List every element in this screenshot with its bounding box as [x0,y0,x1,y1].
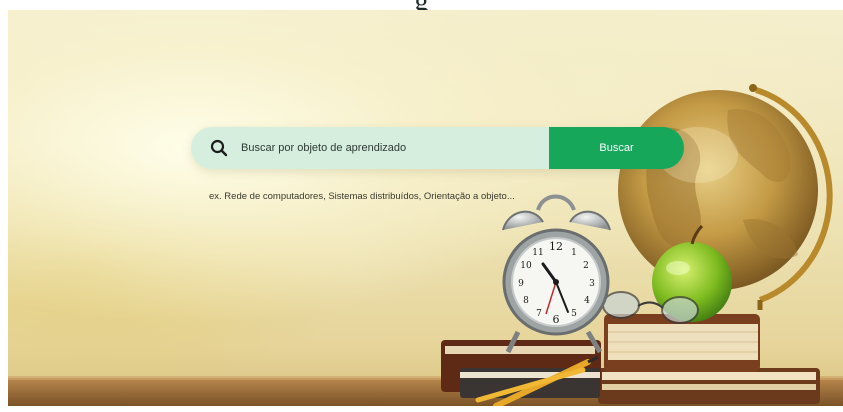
search-examples-hint: ex. Rede de computadores, Sistemas distr… [209,191,515,202]
clock-numeral-4: 4 [584,296,590,306]
search-field[interactable] [191,127,549,169]
search-bar: Buscar [191,127,684,169]
clock-numeral-7: 7 [536,309,542,319]
search-icon [209,138,229,158]
clock-numeral-6: 6 [553,313,560,326]
clock-numeral-8: 8 [523,296,529,306]
clock-numeral-9: 9 [518,279,524,289]
clock-numeral-11: 11 [532,248,543,258]
clock-numeral-1: 1 [571,248,577,258]
page-heading: g [0,0,843,10]
clock-numeral-5: 5 [571,309,577,319]
page: g [0,0,843,412]
alarm-clock: 12 1 2 3 4 5 6 7 8 9 10 11 [502,194,611,354]
hero-illustration: 12 1 2 3 4 5 6 7 8 9 10 11 [8,84,843,406]
book-stack-right [598,314,820,404]
search-button[interactable]: Buscar [549,127,684,169]
clock-numeral-12: 12 [549,240,563,253]
page-heading-strip: g [0,0,843,10]
clock-numeral-2: 2 [583,261,589,271]
search-input[interactable] [241,136,541,160]
hero-banner: 12 1 2 3 4 5 6 7 8 9 10 11 Buscar por ob… [8,10,843,406]
clock-numeral-10: 10 [520,261,532,271]
clock-numeral-3: 3 [589,279,595,289]
